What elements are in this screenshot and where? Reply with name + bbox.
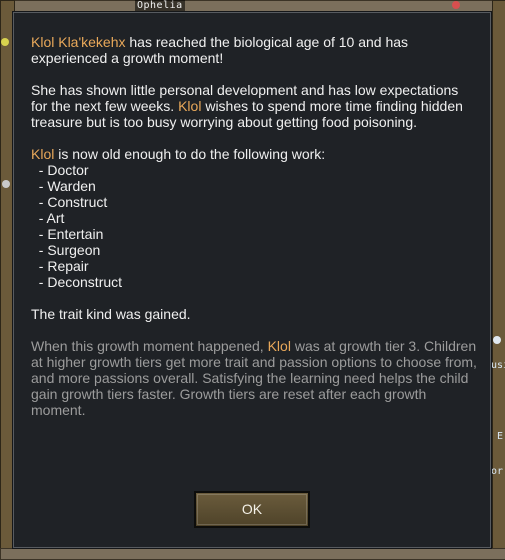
map-item bbox=[2, 180, 10, 188]
map-wall bbox=[0, 548, 505, 560]
dialog-content: Klol Kla'kekehx has reached the biologic… bbox=[31, 34, 477, 418]
work-type-item: - Entertain bbox=[31, 226, 104, 242]
work-type-list: - Doctor - Warden - Construct - Art - En… bbox=[31, 162, 477, 290]
growth-tier-info: When this growth moment happened, Klol w… bbox=[31, 338, 477, 418]
work-type-item: - Deconstruct bbox=[31, 274, 123, 290]
work-type-item: - Repair bbox=[31, 258, 89, 274]
work-type-item: - Warden bbox=[31, 178, 96, 194]
map-text-fragment: E bbox=[497, 431, 504, 442]
child-name: Klol bbox=[178, 98, 202, 114]
growth-moment-dialog: Klol Kla'kekehx has reached the biologic… bbox=[13, 12, 491, 548]
trait-gained-text: The trait kind was gained. bbox=[31, 306, 191, 322]
map-item bbox=[493, 336, 501, 344]
work-paragraph: Klol is now old enough to do the followi… bbox=[31, 146, 477, 162]
map-text-fragment: or bbox=[491, 466, 504, 477]
growth-tier-text: When this growth moment happened, bbox=[31, 338, 268, 354]
child-name: Klol bbox=[31, 146, 55, 162]
map-item bbox=[452, 1, 460, 9]
work-type-item: - Doctor bbox=[31, 162, 89, 178]
growth-summary: Klol Kla'kekehx has reached the biologic… bbox=[31, 34, 477, 66]
child-name: Klol bbox=[267, 338, 291, 354]
map-item bbox=[1, 38, 9, 46]
map-text-fragment: usi bbox=[491, 360, 505, 371]
ok-button[interactable]: OK bbox=[194, 491, 310, 528]
development-paragraph: She has shown little personal developmen… bbox=[31, 82, 477, 130]
work-type-item: - Surgeon bbox=[31, 242, 101, 258]
child-full-name: Klol Kla'kekehx bbox=[31, 34, 126, 50]
work-type-item: - Construct bbox=[31, 194, 108, 210]
work-type-item: - Art bbox=[31, 210, 65, 226]
work-intro-text: is now old enough to do the following wo… bbox=[54, 146, 326, 162]
pawn-name-label[interactable]: Ophelia bbox=[135, 0, 185, 12]
